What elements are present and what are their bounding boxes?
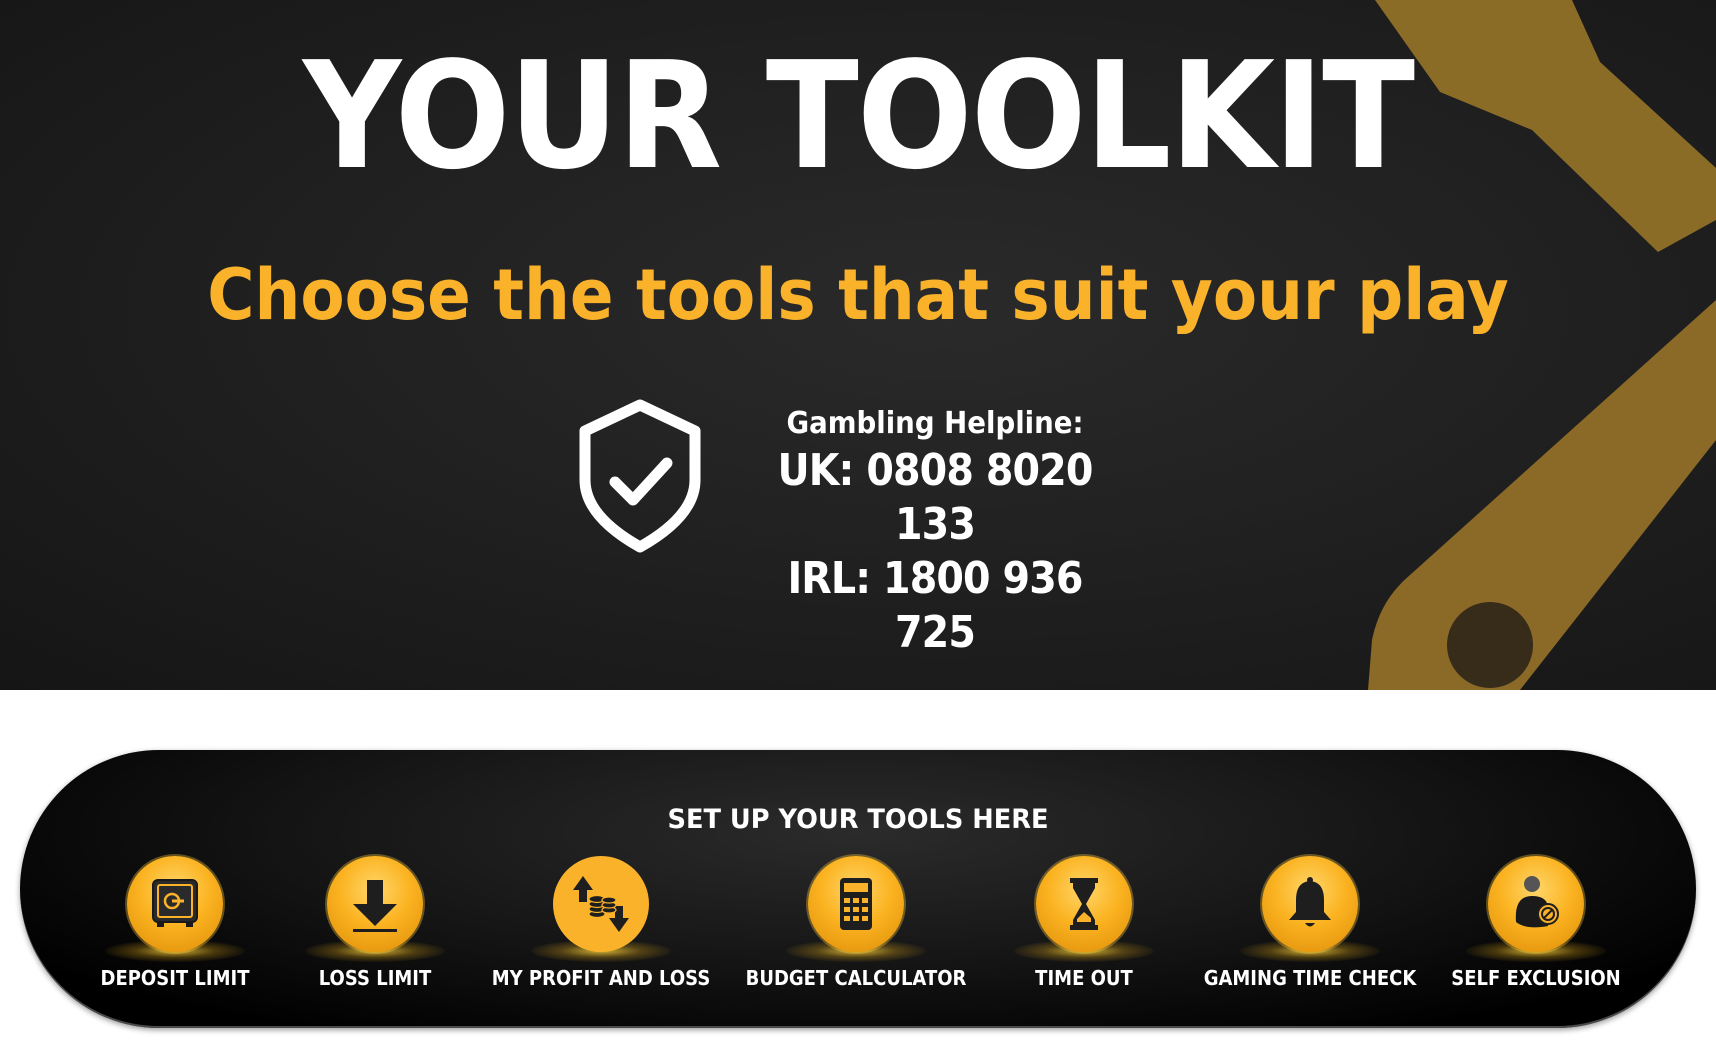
helpline-text: Gambling Helpline: UK: 0808 8020 133 IRL… <box>725 396 1145 660</box>
tool-icon-button[interactable] <box>327 856 423 952</box>
helpline-irl-number[interactable]: IRL: 1800 936 725 <box>746 552 1124 660</box>
tool-label[interactable]: SELF EXCLUSION <box>1410 965 1662 991</box>
tool-icon-button[interactable] <box>1488 856 1584 952</box>
tool-budget-calculator[interactable]: BUDGET CALCULATOR <box>736 854 976 1004</box>
user-blocked-icon <box>1515 876 1559 928</box>
tool-icon-button[interactable] <box>1262 856 1358 952</box>
helpline-block: Gambling Helpline: UK: 0808 8020 133 IRL… <box>577 396 1157 658</box>
tools-panel-title: SET UP YOUR TOOLS HERE <box>667 804 1049 835</box>
tool-label[interactable]: LOSS LIMIT <box>249 965 501 991</box>
tool-time-out[interactable]: TIME OUT <box>964 854 1204 1004</box>
calculator-icon <box>840 878 872 930</box>
tool-label[interactable]: GAMING TIME CHECK <box>1184 965 1436 991</box>
tool-profit-and-loss[interactable]: MY PROFIT AND LOSS <box>481 854 721 1004</box>
hero-banner: YOUR TOOLKIT Choose the tools that suit … <box>0 0 1716 690</box>
tool-label[interactable]: TIME OUT <box>958 965 1210 991</box>
tool-icon-button[interactable] <box>553 856 649 952</box>
down-arrow-icon <box>353 880 397 932</box>
safe-icon <box>152 879 198 927</box>
tool-label[interactable]: MY PROFIT AND LOSS <box>475 965 727 991</box>
tool-loss-limit[interactable]: LOSS LIMIT <box>255 854 495 1004</box>
tools-panel: SET UP YOUR TOOLS HERE DEPOSIT LIMIT LOS… <box>20 750 1696 1028</box>
tool-icon-button[interactable] <box>808 856 904 952</box>
hourglass-icon <box>1070 878 1098 930</box>
tool-gaming-time-check[interactable]: GAMING TIME CHECK <box>1190 854 1430 1004</box>
bell-icon <box>1289 877 1331 927</box>
page-subtitle: Choose the tools that suit your play <box>207 254 1509 336</box>
helpline-uk-number[interactable]: UK: 0808 8020 133 <box>746 444 1124 552</box>
tool-label[interactable]: BUDGET CALCULATOR <box>730 965 982 991</box>
shield-check-icon <box>579 399 701 553</box>
page-title: YOUR TOOLKIT <box>302 30 1415 202</box>
helpline-label: Gambling Helpline: <box>786 406 1084 441</box>
tool-self-exclusion[interactable]: SELF EXCLUSION <box>1416 854 1656 1004</box>
tool-icon-button[interactable] <box>127 856 223 952</box>
profit-loss-coins-icon <box>573 876 629 932</box>
tool-icon-button[interactable] <box>1036 856 1132 952</box>
